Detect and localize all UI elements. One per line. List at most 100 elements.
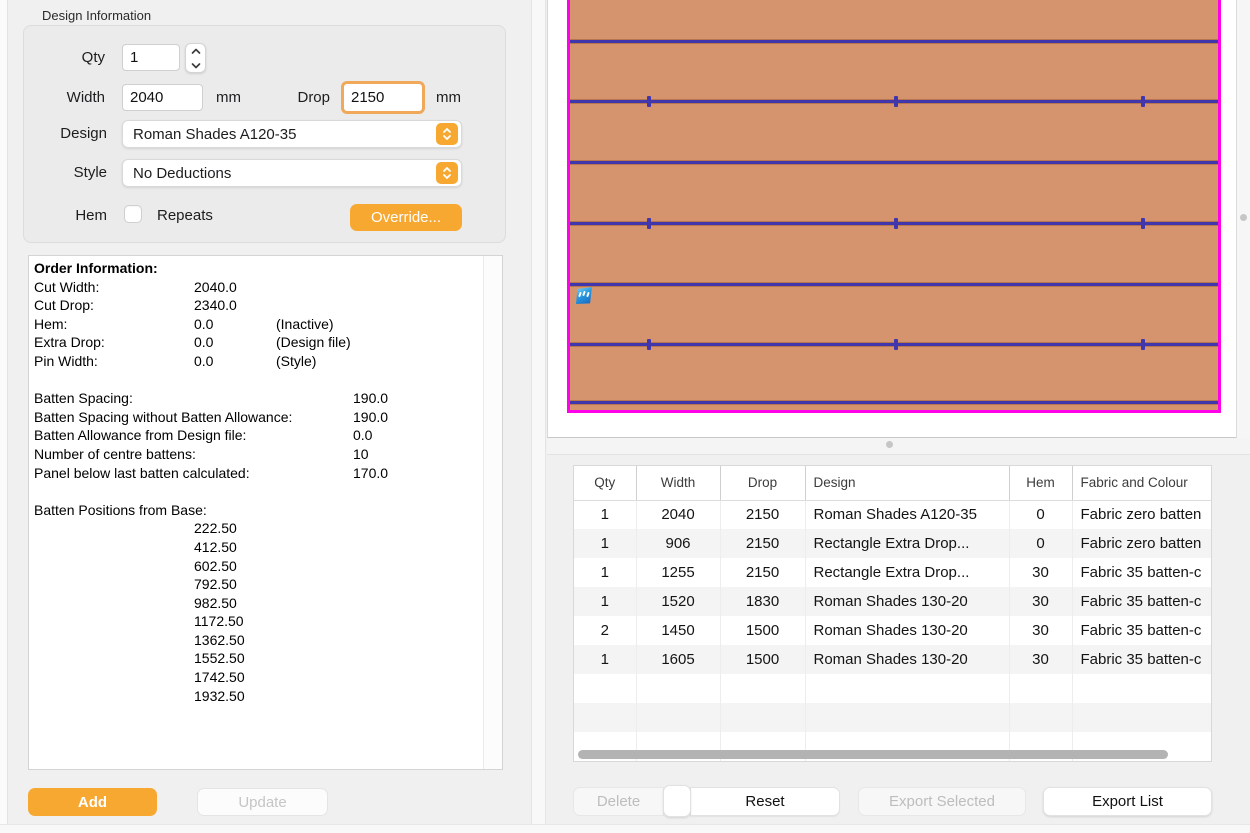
table-cell[interactable] — [805, 703, 1009, 732]
column-header[interactable]: Hem — [1009, 466, 1072, 500]
style-dropdown[interactable]: No Deductions — [122, 159, 462, 187]
table-row[interactable]: 19062150Rectangle Extra Drop...0Fabric z… — [574, 529, 1212, 558]
order-info-line — [29, 372, 479, 391]
table-cell[interactable] — [1009, 703, 1072, 732]
table-cell[interactable] — [636, 703, 720, 732]
stepper-down-icon[interactable] — [186, 58, 205, 72]
table-cell[interactable]: 0 — [1009, 529, 1072, 558]
table-cell[interactable]: Fabric 35 batten-c — [1072, 645, 1212, 674]
column-header[interactable]: Design — [805, 466, 1009, 500]
table-cell[interactable]: Fabric zero batten — [1072, 500, 1212, 529]
table-cell[interactable]: 0 — [1009, 500, 1072, 529]
splitter-handle-dot[interactable] — [1240, 214, 1247, 221]
table-cell[interactable]: 1 — [574, 500, 636, 529]
panel-divider[interactable] — [531, 0, 546, 833]
table-cell[interactable]: 1450 — [636, 616, 720, 645]
table-cell[interactable] — [1009, 674, 1072, 703]
export-list-button[interactable]: Export List — [1043, 787, 1212, 816]
horizontal-scrollbar-thumb[interactable] — [578, 750, 1168, 759]
list-table-body: 120402150Roman Shades A120-350Fabric zer… — [574, 500, 1212, 761]
order-info-text: 1742.50 — [194, 669, 245, 685]
table-cell[interactable]: 30 — [1009, 587, 1072, 616]
update-button[interactable]: Update — [197, 788, 328, 816]
table-cell[interactable]: Roman Shades 130-20 — [805, 587, 1009, 616]
table-row[interactable] — [574, 674, 1212, 703]
table-cell[interactable]: 30 — [1009, 616, 1072, 645]
order-info-text: 0.0 — [194, 334, 213, 350]
order-info-text: 2340.0 — [194, 297, 237, 313]
order-info-text: 190.0 — [353, 409, 388, 425]
table-cell[interactable]: 1500 — [720, 616, 805, 645]
table-cell[interactable]: 2040 — [636, 500, 720, 529]
reset-button[interactable]: Reset — [690, 787, 840, 816]
table-cell[interactable]: Rectangle Extra Drop... — [805, 558, 1009, 587]
table-cell[interactable]: Roman Shades 130-20 — [805, 645, 1009, 674]
table-cell[interactable] — [1072, 703, 1212, 732]
table-cell[interactable]: 30 — [1009, 558, 1072, 587]
fabric-preview — [547, 0, 1236, 438]
table-cell[interactable] — [805, 674, 1009, 703]
table-cell[interactable]: 1520 — [636, 587, 720, 616]
table-cell[interactable]: Fabric 35 batten-c — [1072, 558, 1212, 587]
table-cell[interactable]: Fabric 35 batten-c — [1072, 587, 1212, 616]
table-cell[interactable]: 2150 — [720, 558, 805, 587]
order-info-line: 1932.50 — [29, 688, 479, 707]
table-cell[interactable]: Fabric 35 batten-c — [1072, 616, 1212, 645]
column-header[interactable]: Width — [636, 466, 720, 500]
table-cell[interactable]: 1500 — [720, 645, 805, 674]
override-button[interactable]: Override... — [350, 204, 462, 231]
table-cell[interactable]: 1830 — [720, 587, 805, 616]
qty-stepper[interactable] — [185, 43, 206, 73]
splitter-handle-dot[interactable] — [886, 441, 893, 448]
batten-tick — [1141, 96, 1145, 107]
table-cell[interactable]: 1255 — [636, 558, 720, 587]
add-button[interactable]: Add — [28, 788, 157, 816]
table-cell[interactable] — [720, 703, 805, 732]
qty-input[interactable] — [122, 44, 180, 71]
column-header[interactable]: Drop — [720, 466, 805, 500]
scrollbar-track[interactable] — [483, 256, 502, 769]
horizontal-splitter[interactable] — [547, 438, 1250, 455]
table-row[interactable]: 112552150Rectangle Extra Drop...30Fabric… — [574, 558, 1212, 587]
table-cell[interactable]: 2150 — [720, 500, 805, 529]
export-selected-button[interactable]: Export Selected — [858, 787, 1026, 816]
table-cell[interactable]: Fabric zero batten — [1072, 529, 1212, 558]
design-dropdown[interactable]: Roman Shades A120-35 — [122, 120, 462, 148]
blank-segment-button[interactable] — [663, 785, 691, 817]
drop-unit-label: mm — [436, 89, 461, 106]
table: QtyWidthDropDesignHemFabric and Colour 1… — [574, 466, 1212, 761]
table-cell[interactable] — [636, 674, 720, 703]
order-info-text: (Design file) — [276, 334, 351, 350]
order-info-text: Pin Width: — [34, 353, 98, 369]
table-cell[interactable] — [1072, 674, 1212, 703]
table-row[interactable]: 214501500Roman Shades 130-2030Fabric 35 … — [574, 616, 1212, 645]
table-cell[interactable]: 1 — [574, 558, 636, 587]
table-cell[interactable]: 1 — [574, 529, 636, 558]
table-cell[interactable]: Roman Shades 130-20 — [805, 616, 1009, 645]
table-cell[interactable]: 2150 — [720, 529, 805, 558]
table-cell[interactable]: 1605 — [636, 645, 720, 674]
drop-input[interactable] — [341, 81, 425, 114]
table-cell[interactable] — [720, 674, 805, 703]
table-cell[interactable]: 1 — [574, 645, 636, 674]
table-cell[interactable]: 906 — [636, 529, 720, 558]
annotation-icon[interactable] — [576, 287, 592, 304]
table-row[interactable]: 120402150Roman Shades A120-350Fabric zer… — [574, 500, 1212, 529]
table-cell[interactable] — [574, 674, 636, 703]
order-info-text: Number of centre battens: — [34, 446, 196, 462]
table-row[interactable]: 116051500Roman Shades 130-2030Fabric 35 … — [574, 645, 1212, 674]
column-header[interactable]: Fabric and Colour — [1072, 466, 1212, 500]
delete-button[interactable]: Delete — [573, 787, 664, 816]
table-row[interactable]: 115201830Roman Shades 130-2030Fabric 35 … — [574, 587, 1212, 616]
table-cell[interactable]: Roman Shades A120-35 — [805, 500, 1009, 529]
table-cell[interactable] — [574, 703, 636, 732]
stepper-up-icon[interactable] — [186, 44, 205, 58]
hem-checkbox[interactable] — [124, 205, 142, 223]
table-cell[interactable]: 30 — [1009, 645, 1072, 674]
table-cell[interactable]: Rectangle Extra Drop... — [805, 529, 1009, 558]
column-header[interactable]: Qty — [574, 466, 636, 500]
width-input[interactable] — [122, 84, 203, 111]
table-cell[interactable]: 1 — [574, 587, 636, 616]
table-cell[interactable]: 2 — [574, 616, 636, 645]
table-row[interactable] — [574, 703, 1212, 732]
